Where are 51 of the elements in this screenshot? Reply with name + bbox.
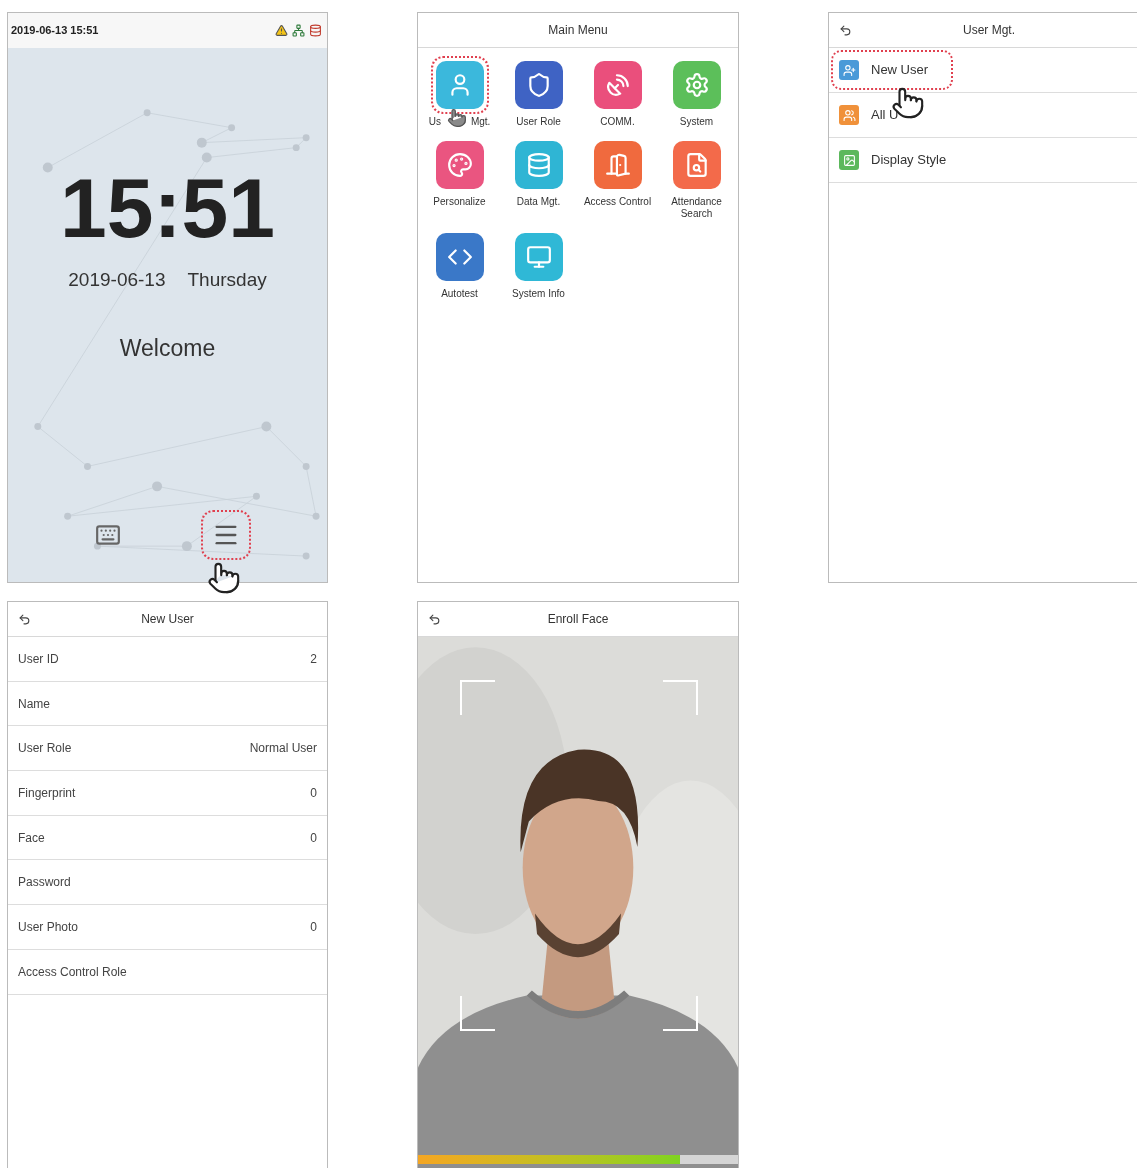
keyboard-icon [94, 522, 121, 548]
warning-icon [275, 24, 288, 37]
menu-button[interactable] [200, 510, 251, 560]
field-value: Normal User [249, 740, 317, 758]
field-label[interactable]: Name [18, 694, 50, 713]
back-icon[interactable] [428, 613, 441, 626]
field-value: 2 [310, 650, 317, 668]
field-label[interactable]: User Photo [18, 917, 79, 936]
menu-label: Personalize [433, 196, 486, 208]
menu-label: System Info [512, 288, 565, 300]
menu-label: Mgt. [470, 116, 491, 128]
status-datetime: 2019-06-13 15:51 [11, 23, 99, 39]
database-icon [525, 152, 552, 178]
field-label[interactable]: Password [18, 873, 71, 892]
screen-title: Main Menu [548, 22, 608, 39]
field-value: 0 [310, 918, 317, 936]
back-icon[interactable] [839, 24, 852, 37]
palette-icon [446, 152, 473, 178]
clock-time: 15:51 [60, 166, 275, 250]
menu-list-item[interactable]: Display Style [831, 140, 953, 180]
screen-title: New User [141, 611, 194, 628]
field-label[interactable]: Access Control Role [18, 962, 127, 981]
menu-label: System [679, 116, 714, 128]
field-label[interactable]: Fingerprint [18, 783, 76, 802]
menu-list-item[interactable]: New User [831, 50, 953, 90]
face-frame-icon [460, 680, 698, 1031]
field-value: 0 [310, 784, 317, 802]
menu-label: COMM. [600, 116, 635, 128]
menu-label: Attendance Search [670, 196, 723, 220]
back-icon[interactable] [18, 613, 31, 626]
screen-title: User Mgt. [963, 22, 1015, 39]
menu-tile[interactable] [430, 56, 489, 114]
clock-weekday: Thursday [187, 268, 267, 292]
menu-label: User Role [516, 116, 561, 128]
welcome-message: Welcome [119, 333, 216, 363]
menu-label: Data Mgt. [516, 196, 561, 208]
satellite-dish-icon [604, 72, 631, 98]
clock-date: 2019-06-13 [68, 268, 166, 292]
door-icon [604, 152, 631, 178]
field-value: 0 [310, 829, 317, 847]
menu-label: Access Control [583, 196, 652, 208]
gear-icon [683, 72, 710, 98]
field-label[interactable]: User ID [18, 649, 59, 668]
field-label[interactable]: User Role [18, 739, 72, 758]
menu-label: Autotest [441, 288, 478, 300]
network-icon [292, 24, 305, 37]
monitor-icon [525, 244, 552, 270]
menu-label: Us [428, 116, 441, 128]
field-label[interactable]: Face [18, 828, 45, 847]
database-error-icon [309, 24, 322, 37]
screen-title: Enroll Face [547, 611, 609, 628]
